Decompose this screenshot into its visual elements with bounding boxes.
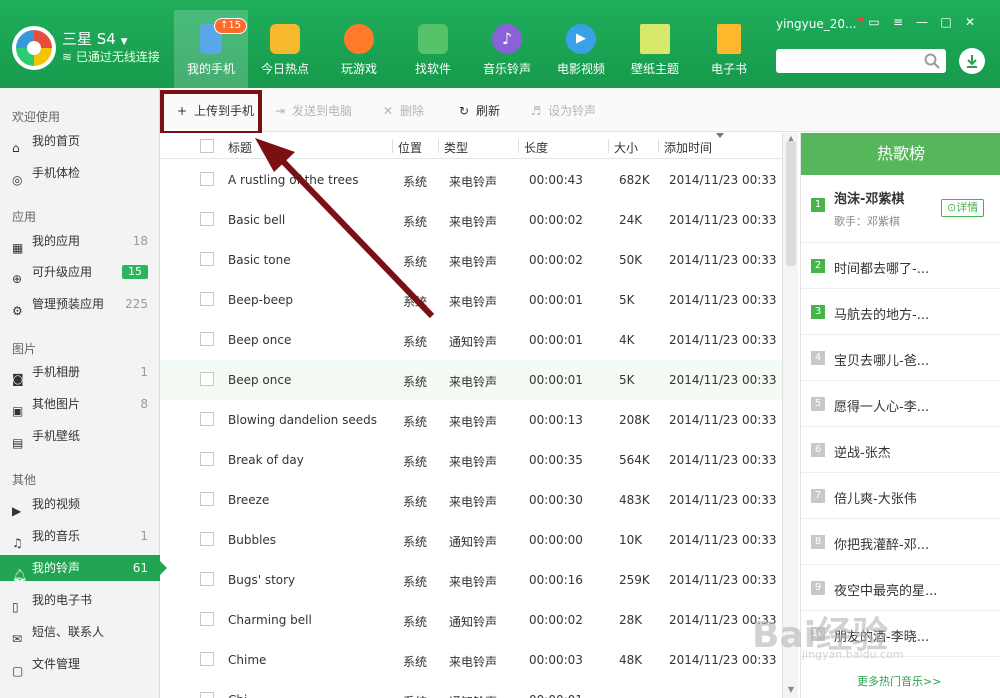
watermark-url: jingyan.baidu.com — [802, 648, 904, 661]
baidu-watermark: Bai经验 jingyan.baidu.com — [752, 606, 942, 670]
annotation-arrow — [255, 138, 435, 319]
